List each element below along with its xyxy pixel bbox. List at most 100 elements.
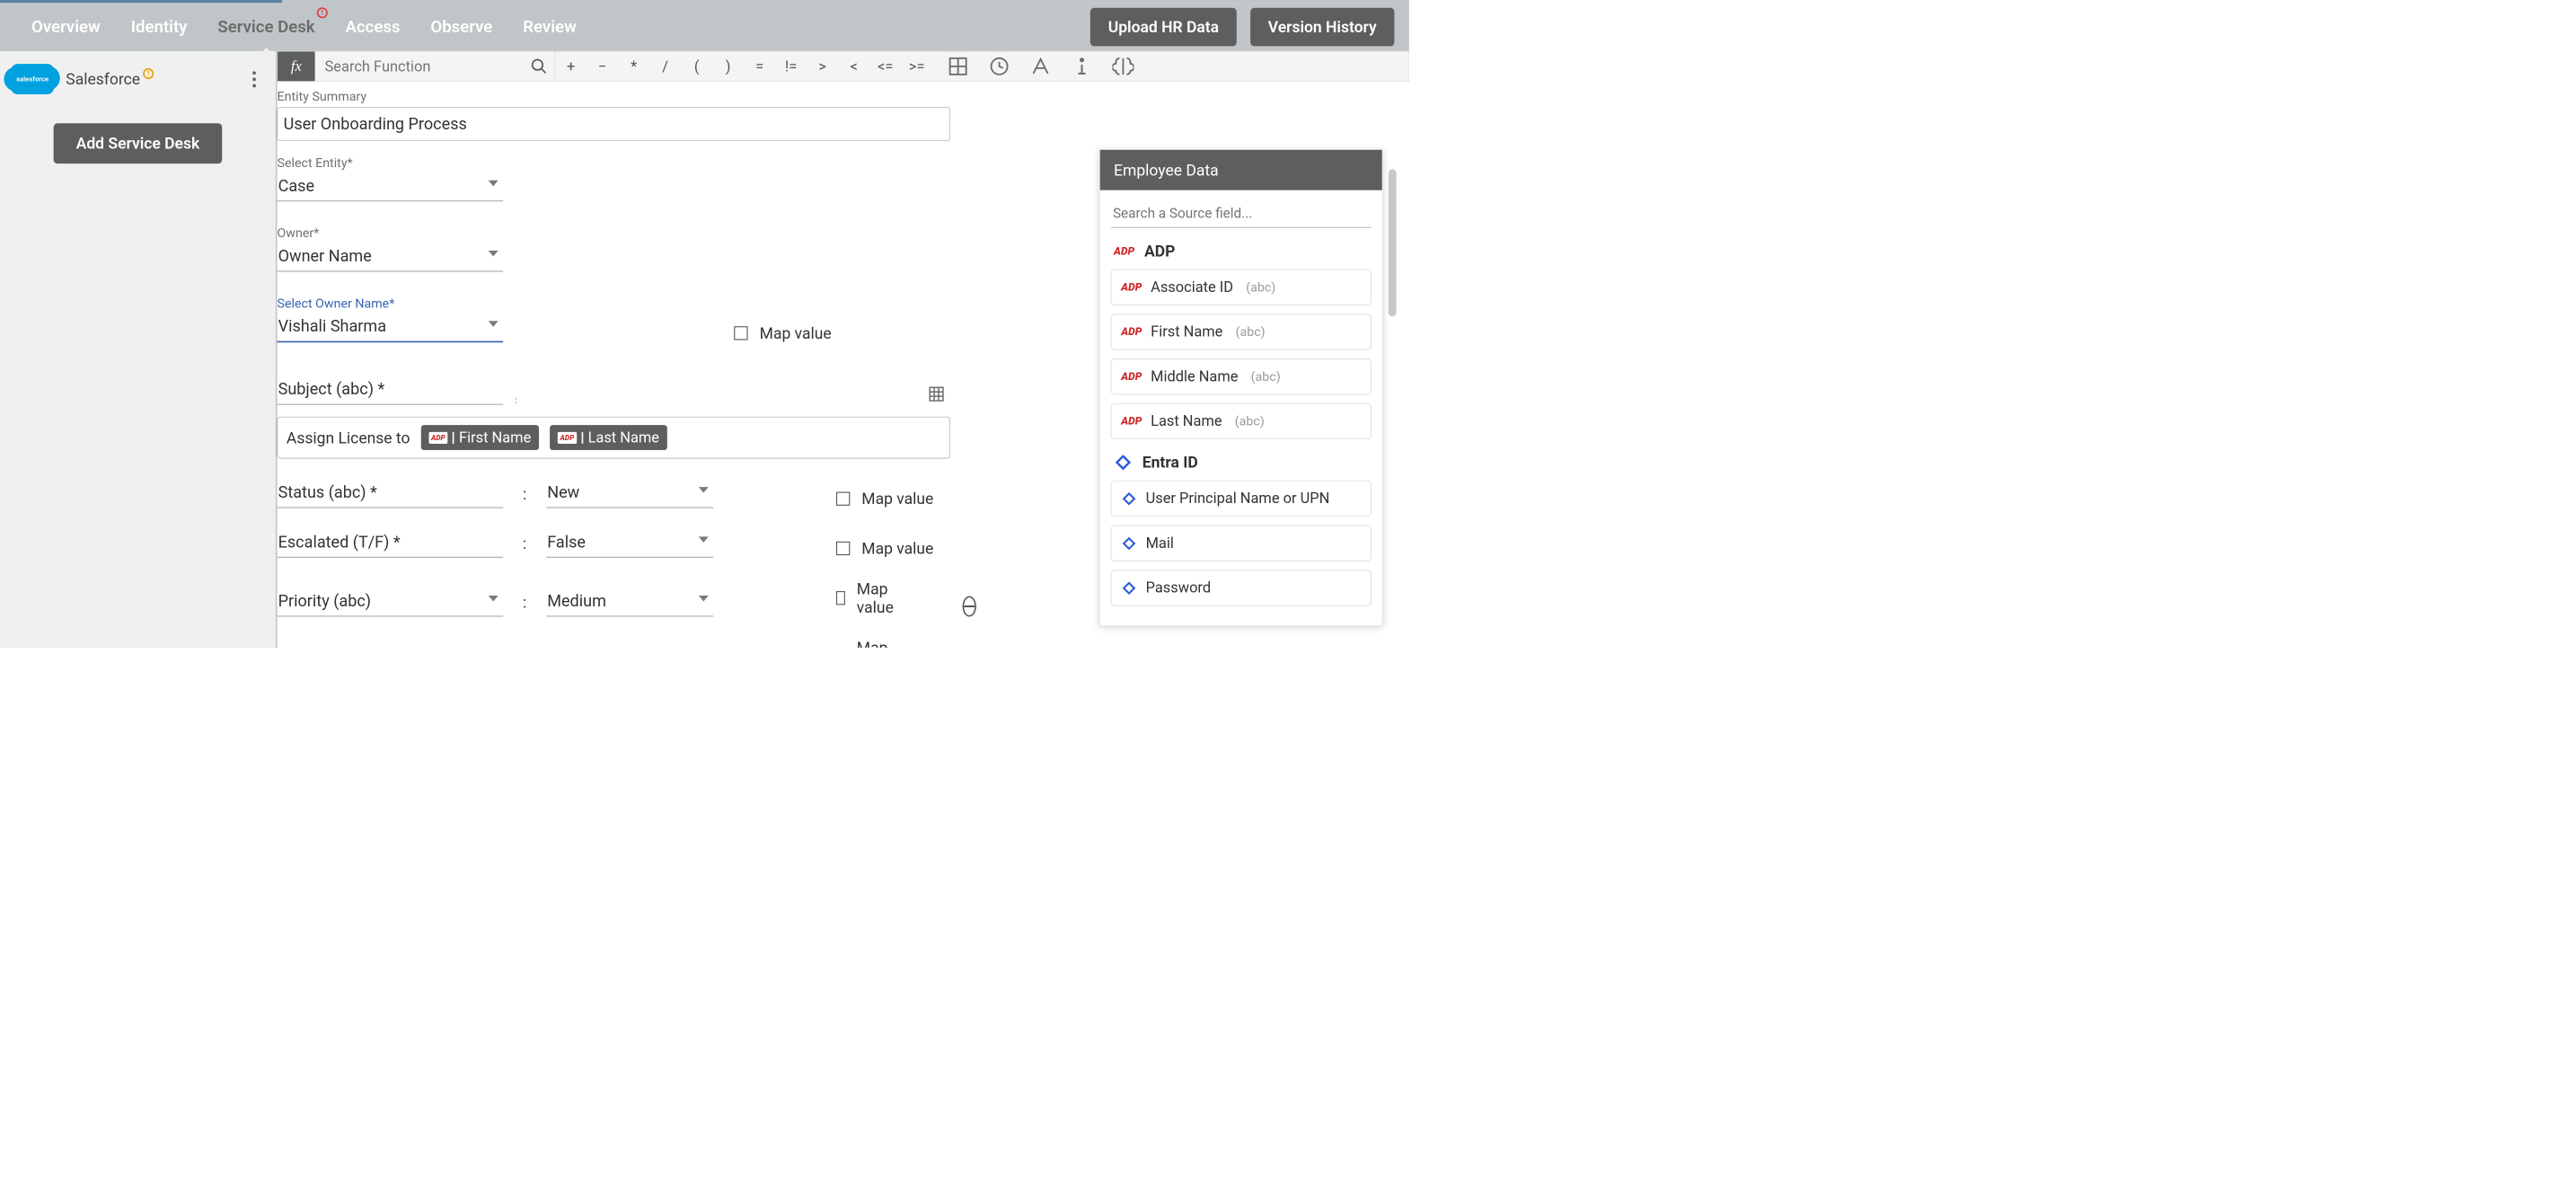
op-lte[interactable]: <= [869,57,901,75]
sidebar-item-label: Salesforce [66,70,140,89]
chevron-down-icon [489,321,498,327]
field-first-name[interactable]: ADP First Name (abc) [1111,314,1372,350]
version-history-button[interactable]: Version History [1250,8,1394,47]
field-last-name[interactable]: ADP Last Name (abc) [1111,403,1372,439]
field-mail[interactable]: Mail [1111,526,1372,561]
field-upn[interactable]: User Principal Name or UPN [1111,481,1372,517]
status-map-checkbox[interactable] [836,492,850,506]
source-adp-label: ADP [1144,242,1175,261]
owner-map-label: Map value [760,323,832,342]
subject-field[interactable]: Subject (abc) * [278,377,504,405]
priority-value-dropdown[interactable]: Medium [546,588,713,616]
tab-access[interactable]: Access [343,4,401,51]
op-divide[interactable]: / [649,57,681,75]
chevron-down-icon [489,596,498,602]
select-owner-name-dropdown[interactable]: Vishali Sharma [278,314,504,343]
field-name: Mail [1146,535,1174,552]
field-associate-id[interactable]: ADP Associate ID (abc) [1111,269,1372,305]
status-field[interactable]: Status (abc) * [278,480,504,508]
tab-review[interactable]: Review [521,4,578,51]
entity-summary-label: Entity Summary [278,90,950,104]
adp-logo-icon: ADP [1121,415,1142,428]
subject-expression-input[interactable]: Assign License to ADP First Name ADP Las… [278,417,950,458]
priority-map-label: Map value [857,579,899,617]
status-value-dropdown[interactable]: New [546,480,713,508]
upload-hr-data-button[interactable]: Upload HR Data [1090,8,1237,47]
escalated-map-label: Map value [861,539,933,558]
employee-search-input[interactable] [1111,201,1372,228]
tab-identity[interactable]: Identity [129,4,190,51]
chip-first-name[interactable]: ADP First Name [421,425,540,450]
owner-label: Owner* [278,226,950,241]
text-icon[interactable] [1030,56,1052,77]
op-multiply[interactable]: * [618,57,649,75]
op-eq[interactable]: = [744,57,775,75]
error-badge-icon: ! [317,7,328,18]
add-service-desk-button[interactable]: Add Service Desk [53,123,222,163]
field-middle-name[interactable]: ADP Middle Name (abc) [1111,358,1372,394]
clock-icon[interactable] [989,56,1010,77]
field-type: (abc) [1236,324,1266,339]
tab-service-desk[interactable]: Service Desk ! [216,4,317,51]
source-header-entra[interactable]: Entra ID [1114,453,1368,472]
chip-last-name[interactable]: ADP Last Name [550,425,667,450]
op-plus[interactable]: + [555,57,587,75]
owner-map-checkbox[interactable] [734,326,747,340]
main-content: fx + − * / ( ) = != > < <= >= [278,51,1409,648]
op-neq[interactable]: != [775,57,807,75]
sidebar-item-menu-icon[interactable] [248,66,261,93]
priority-field[interactable]: Priority (abc) [278,588,504,616]
field-name: Password [1146,579,1211,596]
subject-prefix-text: Assign License to [287,429,410,447]
adp-chip-icon: ADP [558,432,577,444]
escalated-value-dropdown[interactable]: False [546,530,713,558]
employee-data-panel: Employee Data ADP ADP ADP Associate ID (… [1099,149,1382,626]
field-password[interactable]: Password [1111,570,1372,606]
grid-icon[interactable] [928,385,946,403]
table-icon[interactable] [948,56,969,77]
scrollbar-thumb[interactable] [1389,169,1397,316]
escalated-map-checkbox[interactable] [836,542,850,555]
field-name: Middle Name [1151,368,1238,385]
operator-list: + − * / ( ) = != > < <= >= [555,51,932,81]
op-gte[interactable]: >= [901,57,932,75]
chevron-down-icon [699,487,709,493]
source-header-adp[interactable]: ADP ADP [1114,242,1368,261]
adp-chip-icon: ADP [428,432,447,444]
select-entity-label: Select Entity* [278,155,950,170]
entity-summary-input[interactable] [278,107,950,141]
warning-badge-icon: ! [143,68,154,79]
op-minus[interactable]: − [587,57,618,75]
op-gt[interactable]: > [807,57,838,75]
adp-logo-icon: ADP [1121,326,1142,339]
select-entity-dropdown[interactable]: Case [278,173,504,201]
status-map-label: Map value [861,490,933,508]
source-entra-label: Entra ID [1142,453,1198,472]
vertical-scrollbar[interactable] [1388,149,1398,631]
field-name: Associate ID [1151,278,1233,296]
escalated-field[interactable]: Escalated (T/F) * [278,530,504,558]
op-paren-open[interactable]: ( [681,57,712,75]
field-type: (abc) [1251,369,1281,384]
case-type-map-label: Map value [857,639,899,648]
salesforce-logo-icon: salesforce [11,64,54,94]
entra-logo-icon [1121,580,1137,596]
op-lt[interactable]: < [838,57,869,75]
formula-search-input[interactable] [315,51,555,81]
tab-observe[interactable]: Observe [428,4,494,51]
adp-logo-icon: ADP [1121,370,1142,383]
op-paren-close[interactable]: ) [712,57,744,75]
tab-overview[interactable]: Overview [30,4,102,51]
field-name: User Principal Name or UPN [1146,490,1330,507]
search-icon[interactable] [530,57,548,75]
entra-logo-icon [1121,490,1137,507]
fx-icon[interactable]: fx [278,51,315,81]
priority-remove-icon[interactable] [962,596,975,617]
sidebar-item-salesforce[interactable]: salesforce Salesforce ! [0,51,276,108]
info-icon[interactable] [1071,56,1092,77]
tab-service-desk-label: Service Desk [217,17,314,37]
owner-dropdown[interactable]: Owner Name [278,243,504,271]
brain-icon[interactable] [1112,56,1134,77]
priority-map-checkbox[interactable] [836,591,845,605]
employee-data-title: Employee Data [1100,150,1382,190]
